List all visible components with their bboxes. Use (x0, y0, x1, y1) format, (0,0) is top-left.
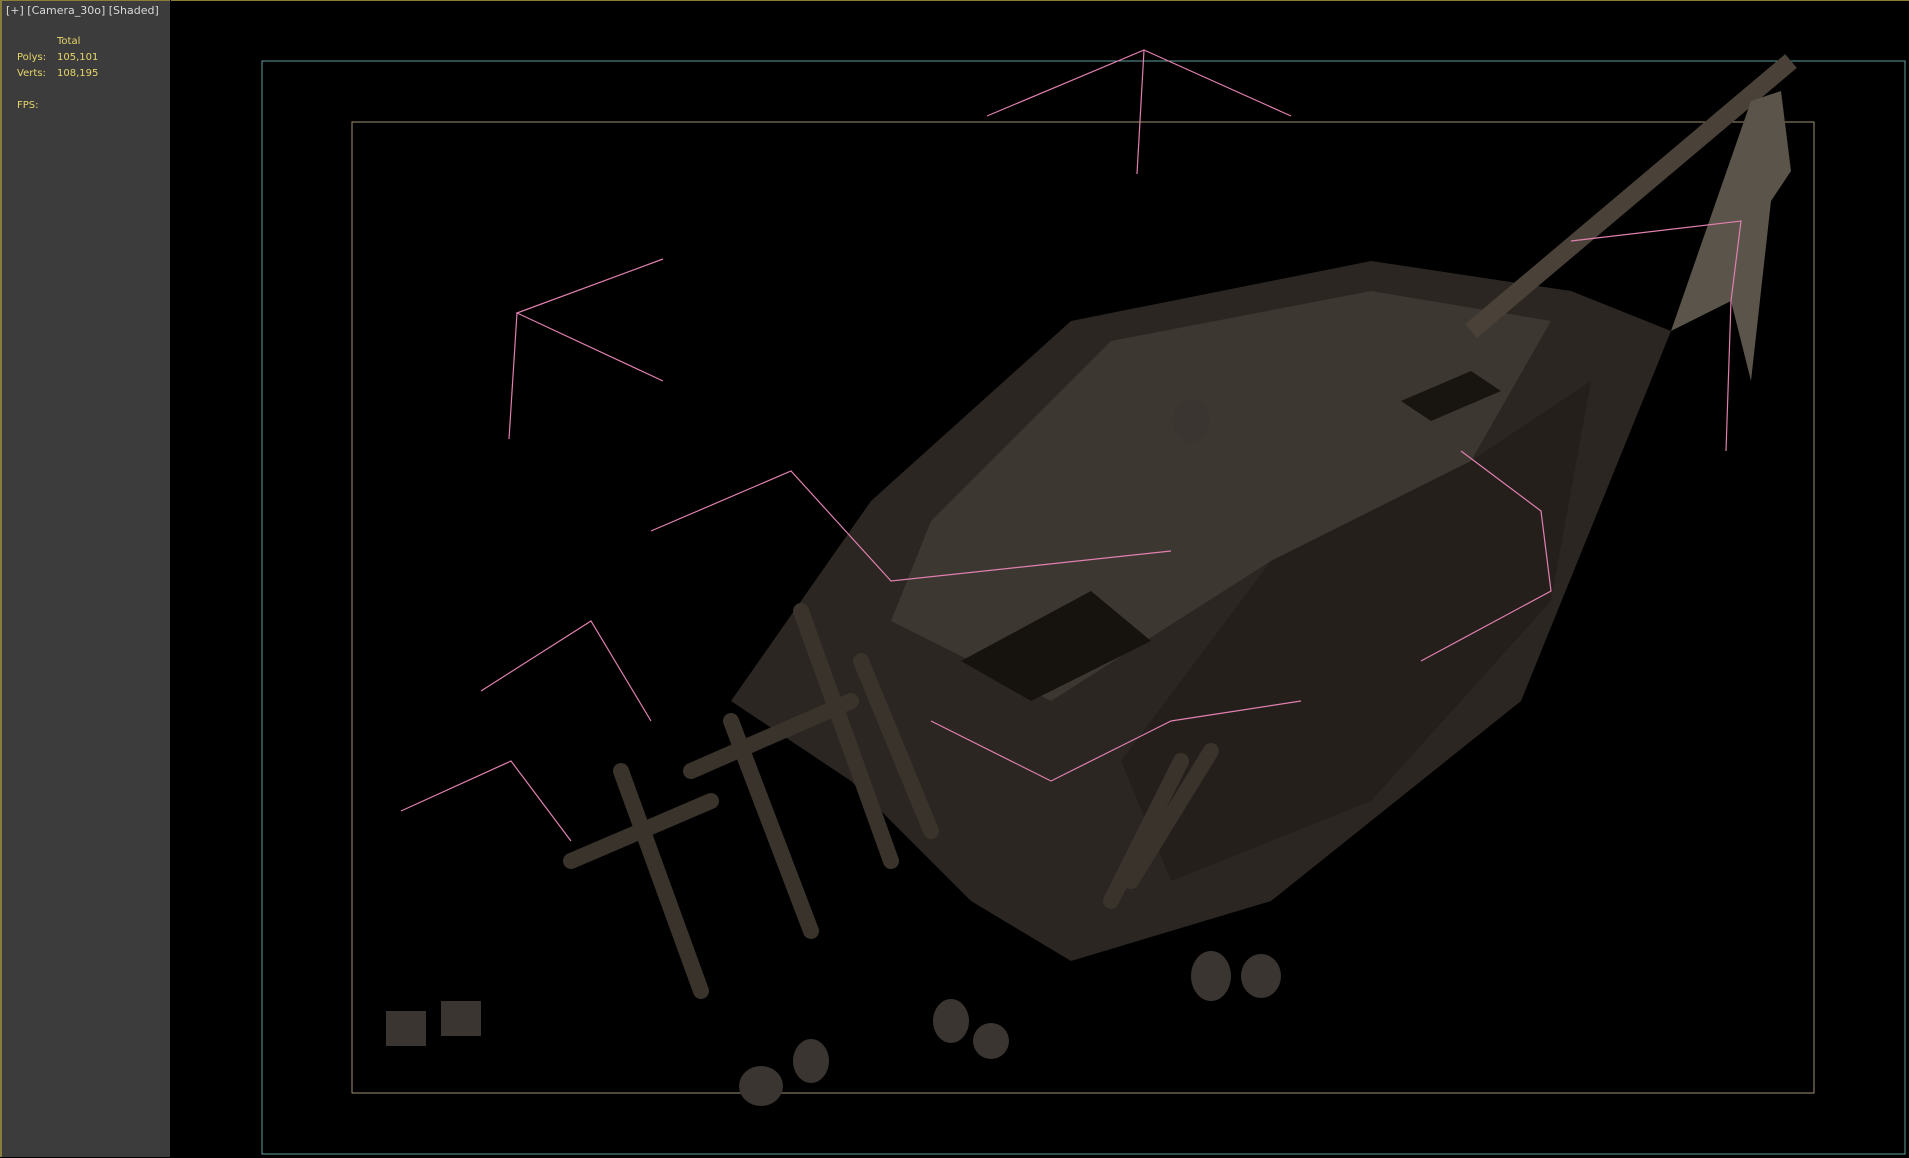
polys-value: 105,101 (57, 52, 99, 63)
scene-render (261, 49, 1906, 1155)
camera-viewport[interactable] (171, 0, 1909, 1157)
polys-label: Polys: (17, 52, 47, 63)
verts-value: 108,195 (57, 68, 99, 79)
viewport-label-menu[interactable]: [+] [Camera_30o] [Shaded] (6, 4, 159, 17)
fps-label: FPS: (17, 100, 39, 111)
stats-header: Total (57, 36, 81, 47)
ship-model[interactable] (386, 54, 1797, 1106)
verts-label: Verts: (17, 68, 46, 79)
stats-panel: [+] [Camera_30o] [Shaded] Total Polys: 1… (0, 0, 170, 1157)
